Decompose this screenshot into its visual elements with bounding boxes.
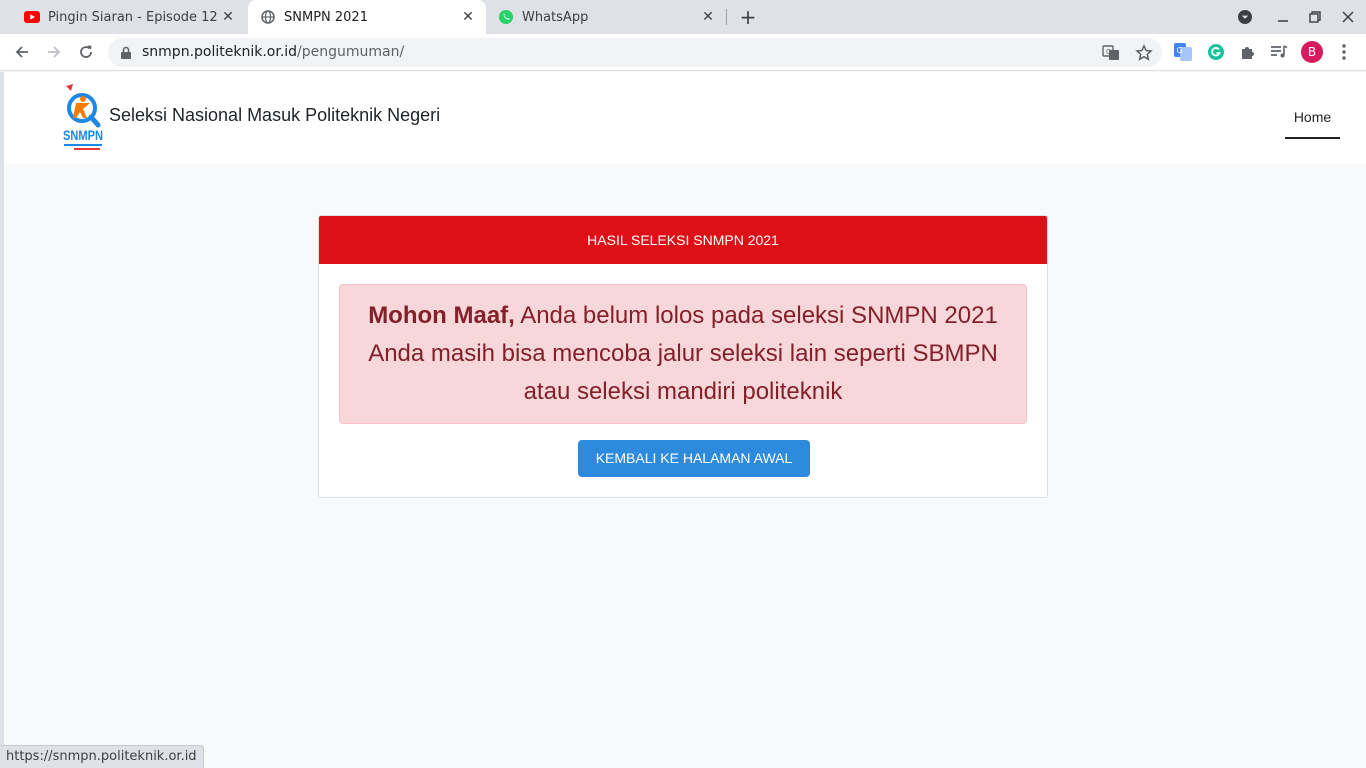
tab-title: WhatsApp: [522, 9, 589, 25]
minimize-button[interactable]: [1272, 7, 1294, 27]
browser-tab-strip: Pingin Siaran - Episode 12 | ✕ SNMPN 202…: [0, 0, 1366, 34]
back-button[interactable]: [10, 40, 34, 64]
alert-line-1: Mohon Maaf, Anda belum lolos pada seleks…: [340, 297, 1026, 335]
media-queue-icon[interactable]: [1269, 42, 1289, 62]
close-tab-icon[interactable]: ✕: [460, 9, 476, 25]
grammarly-extension-icon[interactable]: [1206, 42, 1226, 62]
alert-line-2: Anda masih bisa mencoba jalur seleksi la…: [368, 340, 998, 367]
tab-snmpn[interactable]: SNMPN 2021 ✕: [248, 0, 486, 34]
forward-button[interactable]: [42, 40, 66, 64]
address-bar[interactable]: snmpn.politeknik.or.id/pengumuman/ G: [108, 38, 1162, 67]
close-window-button[interactable]: [1337, 7, 1359, 27]
result-card: HASIL SELEKSI SNMPN 2021 Mohon Maaf, And…: [318, 215, 1048, 498]
status-bar-url: https://snmpn.politeknik.or.id: [0, 745, 204, 768]
alert-bold-prefix: Mohon Maaf,: [368, 302, 515, 329]
snmpn-logo[interactable]: SNMPN: [62, 82, 106, 154]
browser-menu-icon[interactable]: [1334, 42, 1354, 62]
lock-icon[interactable]: [120, 45, 132, 64]
site-title[interactable]: Seleksi Nasional Masuk Politeknik Negeri: [109, 105, 440, 126]
result-card-header: HASIL SELEKSI SNMPN 2021: [319, 216, 1047, 264]
page-viewport: SNMPN Seleksi Nasional Masuk Politeknik …: [4, 72, 1366, 768]
close-tab-icon[interactable]: ✕: [700, 9, 716, 25]
logo-wordmark: SNMPN: [63, 127, 103, 143]
extensions-puzzle-icon[interactable]: [1238, 42, 1258, 62]
url-host: snmpn.politeknik.or.id: [142, 44, 298, 60]
whatsapp-icon: [498, 9, 514, 25]
svg-text:G: G: [1177, 46, 1183, 55]
globe-icon: [260, 9, 276, 25]
youtube-icon: [24, 9, 40, 25]
browser-toolbar: snmpn.politeknik.or.id/pengumuman/ G G B: [0, 34, 1366, 71]
site-navbar: SNMPN Seleksi Nasional Masuk Politeknik …: [4, 72, 1366, 164]
google-translate-extension-icon[interactable]: G: [1173, 42, 1193, 62]
url-text: snmpn.politeknik.or.id/pengumuman/: [142, 44, 404, 60]
tab-search-button[interactable]: [1234, 7, 1256, 27]
tab-title: SNMPN 2021: [284, 9, 368, 25]
nav-home-link[interactable]: Home: [1285, 100, 1340, 139]
reload-button[interactable]: [74, 40, 98, 64]
alert-message-1: Anda belum lolos pada seleksi SNMPN 2021: [520, 302, 998, 329]
tab-whatsapp[interactable]: WhatsApp ✕: [486, 0, 724, 34]
restore-button[interactable]: [1304, 7, 1326, 27]
close-tab-icon[interactable]: ✕: [220, 9, 236, 25]
svg-text:G: G: [1106, 48, 1111, 56]
new-tab-button[interactable]: +: [736, 5, 760, 29]
tab-title: Pingin Siaran - Episode 12 |: [48, 9, 220, 25]
tab-separator: [726, 9, 727, 25]
url-path: /pengumuman/: [297, 44, 405, 60]
back-to-home-button[interactable]: KEMBALI KE HALAMAN AWAL: [578, 440, 810, 477]
profile-avatar[interactable]: B: [1301, 41, 1323, 63]
tab-youtube[interactable]: Pingin Siaran - Episode 12 | ✕: [4, 0, 244, 34]
result-alert: Mohon Maaf, Anda belum lolos pada seleks…: [339, 284, 1027, 424]
alert-line-3: atau seleksi mandiri politeknik: [523, 378, 843, 405]
bookmark-star-icon[interactable]: [1135, 44, 1153, 62]
translate-icon[interactable]: G: [1102, 44, 1120, 62]
